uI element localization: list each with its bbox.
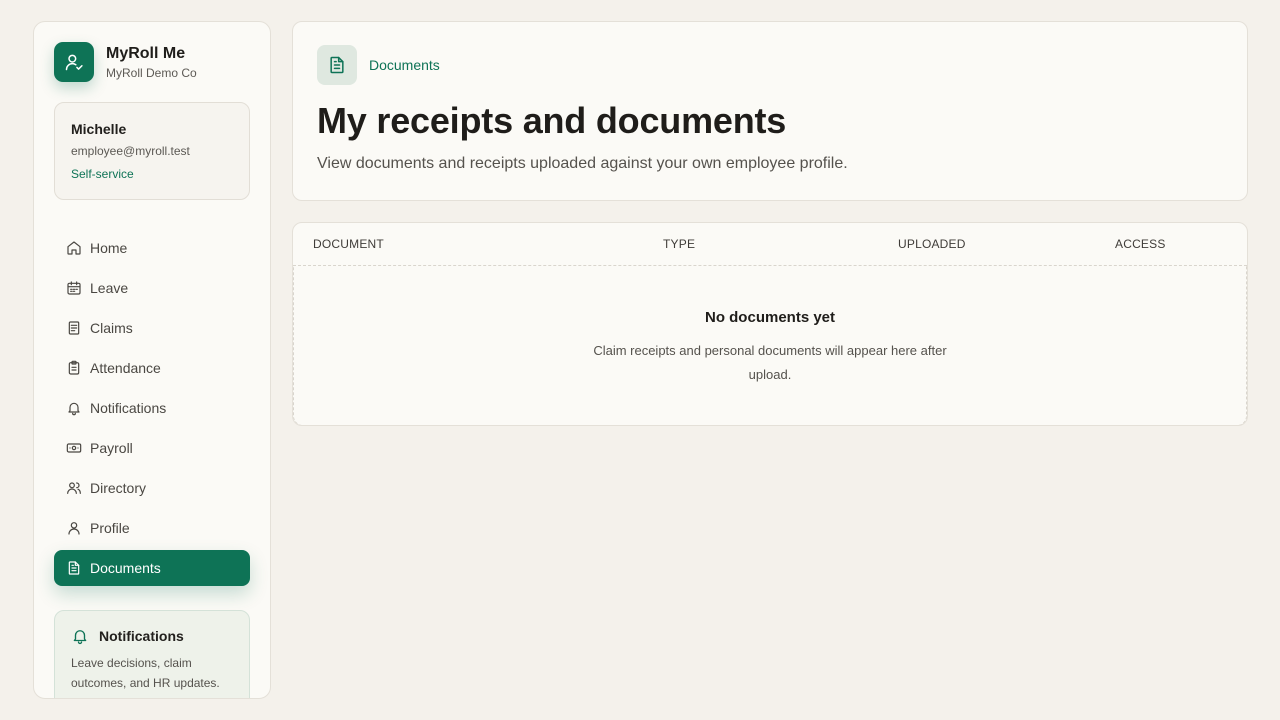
brand: MyRoll Me MyRoll Demo Co: [54, 42, 250, 82]
sidebar: MyRoll Me MyRoll Demo Co Michelle employ…: [33, 21, 271, 699]
breadcrumb: Documents: [317, 45, 1223, 85]
column-header-document[interactable]: DOCUMENT: [313, 237, 384, 251]
clipboard-icon: [68, 360, 80, 375]
sidebar-item-label: Leave: [90, 280, 129, 296]
column-header-type[interactable]: TYPE: [663, 237, 695, 251]
file-text-icon: [317, 45, 357, 85]
file-text-icon: [68, 561, 80, 575]
user-icon: [68, 522, 80, 535]
sidebar-item-profile[interactable]: Profile: [54, 510, 250, 546]
banknote-icon: [66, 443, 82, 453]
brand-name: MyRoll Me: [106, 44, 186, 62]
sidebar-item-label: Notifications: [90, 400, 167, 416]
empty-state-text: Claim receipts and personal documents wi…: [593, 343, 947, 382]
sidebar-item-attendance[interactable]: Attendance: [54, 350, 250, 386]
bell-icon: [73, 630, 87, 645]
table-header: DOCUMENT TYPE UPLOADED ACCESS: [293, 223, 1247, 265]
sidebar-item-label: Payroll: [90, 440, 133, 456]
company-name: MyRoll Demo Co: [106, 65, 197, 80]
user-role: Self-service: [71, 167, 134, 181]
bell-icon: [68, 402, 80, 416]
user-email: employee@myroll.test: [71, 144, 190, 158]
sidebar-item-label: Home: [90, 240, 128, 256]
sidebar-item-label: Documents: [90, 560, 161, 576]
user-name: Michelle: [71, 121, 127, 137]
page-title: My receipts and documents: [317, 100, 787, 141]
empty-state: No documents yet Claim receipts and pers…: [293, 265, 1247, 425]
receipt-icon: [68, 321, 80, 335]
notifications-card: Notifications Leave decisions, claim out…: [54, 610, 250, 698]
sidebar-nav: Home Leave Claims Attendance Notificatio…: [54, 230, 250, 586]
notifications-card-text: Leave decisions, claim outcomes, and HR …: [71, 656, 220, 690]
calendar-icon: [67, 281, 81, 295]
user-card: Michelle employee@myroll.test Self-servi…: [54, 102, 250, 200]
sidebar-item-label: Attendance: [90, 360, 161, 376]
sidebar-item-directory[interactable]: Directory: [54, 470, 250, 506]
sidebar-item-payroll[interactable]: Payroll: [54, 430, 250, 466]
sidebar-item-documents[interactable]: Documents: [54, 550, 250, 586]
sidebar-item-label: Directory: [90, 480, 147, 496]
sidebar-item-label: Profile: [90, 520, 130, 536]
breadcrumb-label: Documents: [369, 57, 440, 73]
column-header-uploaded[interactable]: UPLOADED: [898, 237, 966, 251]
users-icon: [67, 482, 81, 494]
home-icon: [67, 241, 81, 255]
notifications-card-title: Notifications: [99, 628, 184, 644]
user-check-icon: [54, 42, 94, 82]
empty-state-title: No documents yet: [704, 309, 836, 326]
sidebar-item-leave[interactable]: Leave: [54, 270, 250, 306]
sidebar-item-label: Claims: [90, 320, 133, 336]
page-header: Documents My receipts and documents View…: [292, 21, 1248, 201]
sidebar-item-claims[interactable]: Claims: [54, 310, 250, 346]
sidebar-item-notifications[interactable]: Notifications: [54, 390, 250, 426]
sidebar-item-home[interactable]: Home: [54, 230, 250, 266]
column-header-access[interactable]: ACCESS: [1115, 237, 1166, 251]
documents-table: DOCUMENT TYPE UPLOADED ACCESS No documen…: [292, 222, 1248, 426]
page-description: View documents and receipts uploaded aga…: [317, 155, 848, 172]
